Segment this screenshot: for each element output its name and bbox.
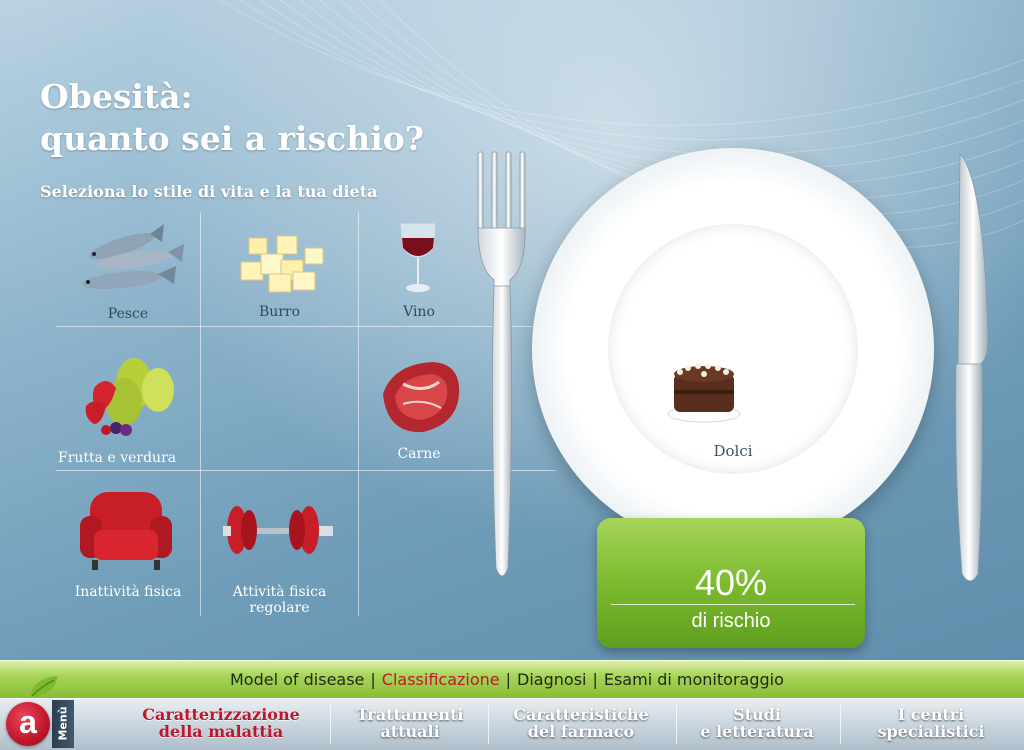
cake-icon[interactable] [664,354,744,424]
food-item-carne[interactable]: Carne [359,330,479,470]
armchair-icon [80,492,172,570]
app-logo[interactable]: a [6,702,50,746]
nav-line1: Trattamenti [356,705,464,724]
nav-caratterizzazione-malattia[interactable]: Caratterizzazione della malattia [126,702,316,746]
menu-label: Menù [56,706,70,741]
risk-label: di rischio [691,610,771,632]
nav-divider [840,704,841,744]
food-item-vino[interactable]: Vino [359,216,479,326]
food-item-pesce[interactable]: Pesce [56,216,200,326]
nav-line2: specialistici [877,722,985,741]
risk-percent: 40% [694,562,768,603]
menu-button[interactable]: Menù [52,700,74,748]
dumbbell-icon [223,506,333,554]
wine-glass-icon [400,223,436,292]
food-label-inattivita-fisica: Inattività fisica [74,584,182,600]
leaf-icon [30,676,58,698]
risk-badge: 40% di rischio [597,518,865,648]
nav-caratteristiche-farmaco[interactable]: Caratteristiche del farmaco [494,702,668,746]
nav-line1: Caratteristiche [513,705,649,724]
sub-navigation-bar: Model of disease | Classificazione | Diagnos… [0,660,1024,698]
plate-inner [608,224,858,474]
subnav-separator: | [370,670,376,689]
nav-line2: attuali [380,722,440,741]
meat-icon [383,362,460,433]
sub-navigation-items: Model of disease | Classificazione | Diagnos… [230,670,784,689]
plate-item-label: Dolci [713,442,753,460]
nav-line2: e letteratura [700,722,814,741]
fruit-icon [85,358,174,436]
plate: Dolci [532,148,934,550]
fork-icon [477,151,526,577]
subnav-model-of-disease[interactable]: Model of disease [230,670,364,689]
nav-divider [488,704,489,744]
nav-line1: Caratterizzazione [142,705,300,724]
food-label-carne: Carne [397,446,441,462]
nav-line2: del farmaco [527,722,635,741]
food-label-burro: Burro [258,304,301,320]
subnav-separator: | [505,670,512,689]
title-line-1: Obesità: [40,77,193,116]
food-label-frutta-verdura: Frutta e verdura [58,450,177,466]
knife-icon [955,152,989,582]
food-label-pesce: Pesce [107,306,149,322]
risk-divider [611,604,855,605]
fish-icon [82,224,184,289]
food-label-attivita-line2: regolare [249,600,310,616]
nav-divider [330,704,331,744]
nav-line1: I centri [897,705,965,724]
subnav-esami-monitoraggio[interactable]: Esami di monitoraggio [604,670,784,689]
nav-line1: Studi [733,705,781,724]
food-label-attivita-fisica: Attività fisica regolare [201,584,358,616]
page-subtitle: Seleziona lo stile di vita e la tua diet… [40,182,378,201]
nav-centri-specialistici[interactable]: I centri specialistici [846,702,1016,746]
food-item-inattivita-fisica[interactable]: Inattività fisica [56,474,200,618]
food-item-frutta-verdura[interactable]: Frutta e verdura [56,330,200,470]
page-title: Obesità: quanto sei a rischio? [40,76,480,160]
nav-line2: della malattia [158,722,284,741]
subnav-separator: | [592,670,598,689]
food-item-burro[interactable]: Burro [201,216,358,326]
nav-studi-letteratura[interactable]: Studi e letteratura [682,702,832,746]
food-label-attivita-line1: Attività fisica [232,584,327,600]
title-line-2: quanto sei a rischio? [40,119,425,158]
subnav-diagnosi[interactable]: Diagnosi [517,670,586,689]
subnav-classificazione[interactable]: Classificazione [382,670,500,689]
nav-divider [676,704,677,744]
nav-trattamenti-attuali[interactable]: Trattamenti attuali [338,702,482,746]
food-item-attivita-fisica[interactable]: Attività fisica regolare [201,474,358,618]
food-label-vino: Vino [403,304,435,320]
butter-icon [240,235,324,293]
